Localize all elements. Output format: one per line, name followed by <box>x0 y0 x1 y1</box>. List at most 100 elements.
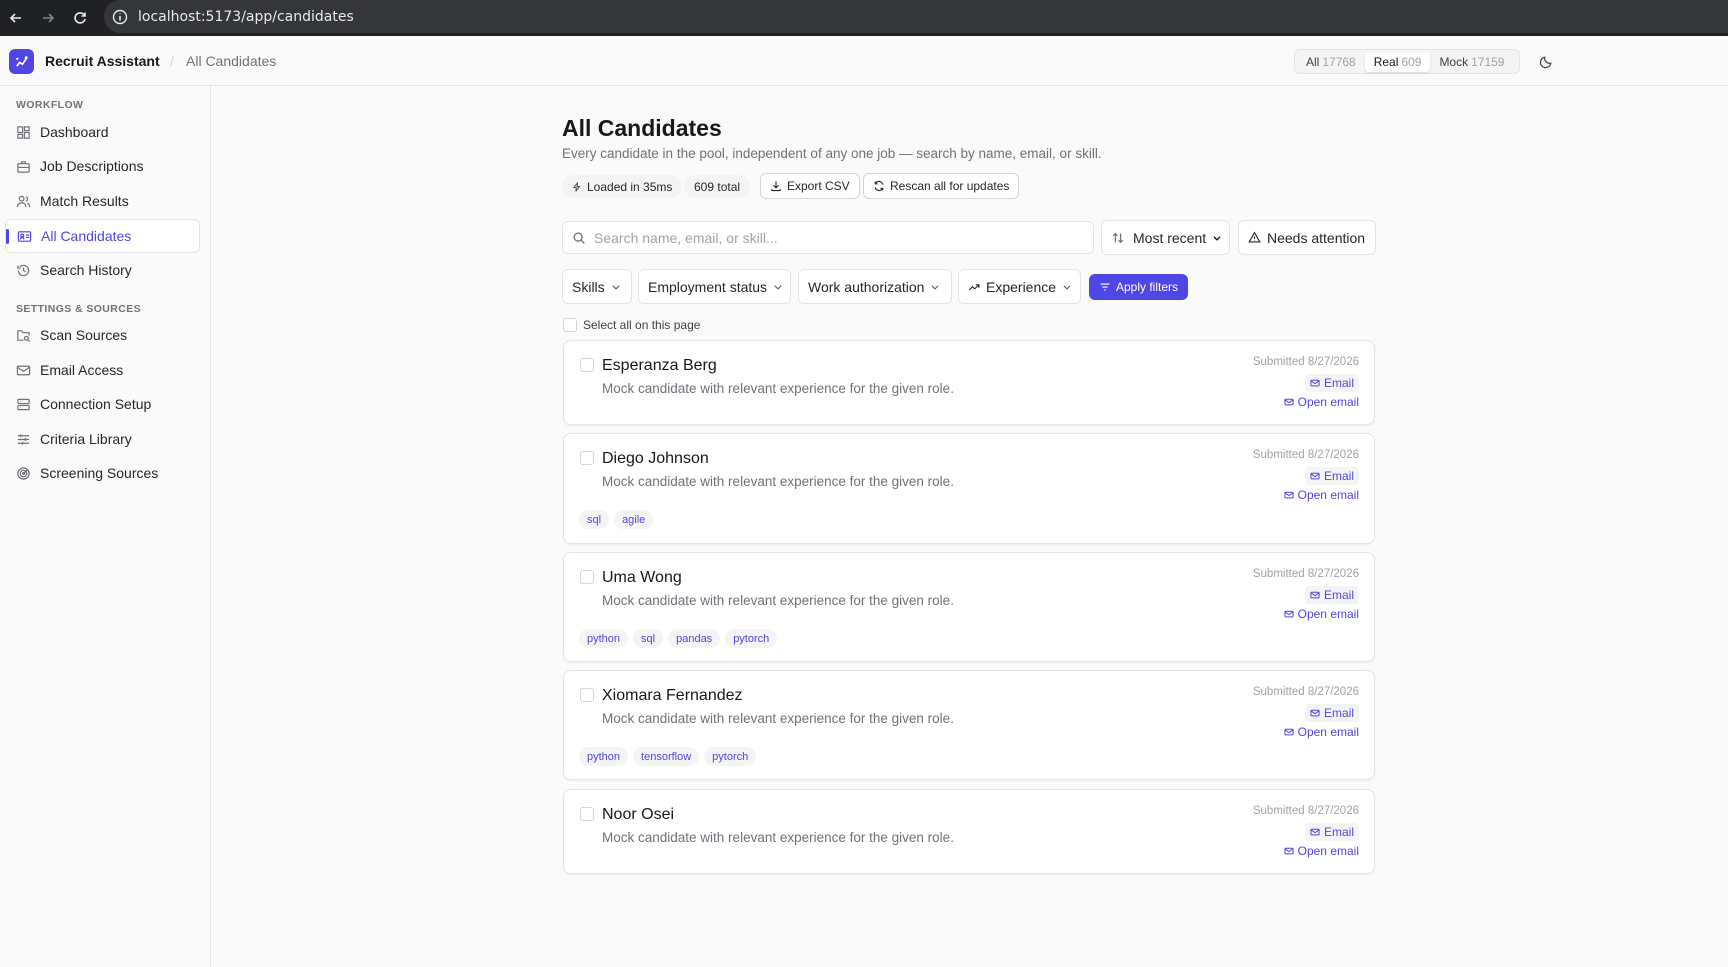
candidate-card[interactable]: Diego Johnson Mock candidate with releva… <box>563 433 1375 544</box>
sidebar-item-criteria-library[interactable]: Criteria Library <box>5 422 200 456</box>
reload-icon[interactable] <box>64 0 96 36</box>
candidate-card[interactable]: Uma Wong Mock candidate with relevant ex… <box>563 552 1375 662</box>
briefcase-icon <box>16 159 31 174</box>
back-icon[interactable] <box>0 0 32 36</box>
skill-tag: agile <box>614 510 654 529</box>
skill-tag: pandas <box>668 629 721 648</box>
mail-icon <box>1284 847 1294 855</box>
email-link[interactable]: Email <box>1304 467 1359 485</box>
submitted-date: Submitted 8/27/2026 <box>1252 449 1359 461</box>
site-info-icon[interactable] <box>112 9 128 25</box>
submitted-date: Submitted 8/27/2026 <box>1252 805 1359 817</box>
apply-filters-button[interactable]: Apply filters <box>1089 274 1189 300</box>
mail-icon <box>1284 610 1294 618</box>
email-link[interactable]: Email <box>1304 823 1359 841</box>
select-all-checkbox[interactable] <box>563 318 577 332</box>
open-email-link[interactable]: Open email <box>1284 844 1359 858</box>
sliders-icon <box>16 432 31 447</box>
needs-attention-button[interactable]: Needs attention <box>1238 220 1376 255</box>
filter-icon <box>1100 283 1110 291</box>
app-header: Recruit Assistant / All Candidates All 17… <box>0 36 1728 86</box>
open-email-link[interactable]: Open email <box>1284 488 1359 502</box>
url-text: localhost:5173/app/candidates <box>138 8 354 25</box>
skill-tag: tensorflow <box>633 747 700 766</box>
folder-search-icon <box>16 328 31 343</box>
skill-tags: python tensorflow pytorch <box>579 747 761 766</box>
sidebar-item-connection-setup[interactable]: Connection Setup <box>5 387 200 421</box>
candidate-description: Mock candidate with relevant experience … <box>602 830 954 845</box>
app-name[interactable]: Recruit Assistant <box>45 53 160 69</box>
sidebar-item-dashboard[interactable]: Dashboard <box>5 115 200 149</box>
open-email-link[interactable]: Open email <box>1284 395 1359 409</box>
candidate-description: Mock candidate with relevant experience … <box>602 474 954 489</box>
candidate-card[interactable]: Noor Osei Mock candidate with relevant e… <box>563 789 1375 874</box>
candidate-card[interactable]: Esperanza Berg Mock candidate with relev… <box>563 340 1375 425</box>
email-link[interactable]: Email <box>1304 586 1359 604</box>
mail-icon <box>16 363 31 378</box>
candidate-description: Mock candidate with relevant experience … <box>602 593 954 608</box>
email-link[interactable]: Email <box>1304 704 1359 722</box>
forward-icon[interactable] <box>32 0 64 36</box>
mail-icon <box>1284 398 1294 406</box>
skill-tags: sql agile <box>579 510 658 529</box>
skill-tag: pytorch <box>725 629 778 648</box>
main-content: All Candidates Every candidate in the po… <box>211 86 1728 967</box>
rescan-button[interactable]: Rescan all for updates <box>863 173 1020 199</box>
sort-icon <box>1112 232 1124 243</box>
sidebar: WORKFLOW Dashboard Job Descriptions Matc… <box>0 86 211 967</box>
load-time-badge: Loaded in 35ms <box>562 175 683 198</box>
work-authorization-dropdown[interactable]: Work authorization <box>798 269 952 304</box>
open-email-link[interactable]: Open email <box>1284 607 1359 621</box>
candidate-name[interactable]: Xiomara Fernandez <box>602 687 743 705</box>
search-input[interactable] <box>594 229 1074 246</box>
candidate-description: Mock candidate with relevant experience … <box>602 381 954 396</box>
candidate-checkbox[interactable] <box>580 688 594 702</box>
sidebar-item-search-history[interactable]: Search History <box>5 253 200 287</box>
candidate-name[interactable]: Uma Wong <box>602 569 682 587</box>
chevron-down-icon <box>774 284 782 290</box>
skill-tag: python <box>579 629 629 648</box>
submitted-date: Submitted 8/27/2026 <box>1252 356 1359 368</box>
sidebar-item-screening-sources[interactable]: Screening Sources <box>5 456 200 490</box>
sidebar-item-scan-sources[interactable]: Scan Sources <box>5 318 200 352</box>
skill-tag: pytorch <box>704 747 757 766</box>
candidate-card[interactable]: Xiomara Fernandez Mock candidate with re… <box>563 670 1375 780</box>
sort-dropdown[interactable]: Most recent <box>1101 220 1230 255</box>
sidebar-item-job-descriptions[interactable]: Job Descriptions <box>5 149 200 183</box>
select-all-row[interactable]: Select all on this page <box>563 318 700 332</box>
section-label-workflow: WORKFLOW <box>16 99 84 111</box>
skills-filter-dropdown[interactable]: Skills <box>562 269 632 304</box>
id-card-icon <box>17 229 32 244</box>
candidate-checkbox[interactable] <box>580 358 594 372</box>
segment-real[interactable]: Real 609 <box>1364 51 1431 72</box>
total-count-badge: 609 total <box>684 175 751 198</box>
history-icon <box>16 263 31 278</box>
sidebar-item-email-access[interactable]: Email Access <box>5 353 200 387</box>
skill-tag: python <box>579 747 629 766</box>
email-link[interactable]: Email <box>1304 374 1359 392</box>
candidate-checkbox[interactable] <box>580 451 594 465</box>
moon-icon[interactable] <box>1536 52 1556 72</box>
candidate-name[interactable]: Noor Osei <box>602 806 674 824</box>
segment-mock[interactable]: Mock 17159 <box>1430 52 1513 72</box>
candidate-checkbox[interactable] <box>580 570 594 584</box>
sidebar-item-match-results[interactable]: Match Results <box>5 184 200 218</box>
data-source-toggle: All 17768 Real 609 Mock 17159 <box>1294 49 1520 74</box>
experience-filter-dropdown[interactable]: Experience <box>958 269 1081 304</box>
candidate-checkbox[interactable] <box>580 807 594 821</box>
breadcrumb-separator: / <box>170 53 174 69</box>
export-csv-button[interactable]: Export CSV <box>760 173 860 199</box>
search-icon <box>573 232 585 244</box>
browser-toolbar: localhost:5173/app/candidates <box>0 0 1728 36</box>
employment-status-dropdown[interactable]: Employment status <box>638 269 791 304</box>
address-bar[interactable]: localhost:5173/app/candidates <box>104 0 1728 33</box>
candidate-name[interactable]: Esperanza Berg <box>602 357 717 375</box>
sidebar-item-all-candidates[interactable]: All Candidates <box>5 219 200 253</box>
open-email-link[interactable]: Open email <box>1284 725 1359 739</box>
chevron-down-icon <box>612 284 620 290</box>
candidate-name[interactable]: Diego Johnson <box>602 450 709 468</box>
segment-all[interactable]: All 17768 <box>1297 52 1365 72</box>
trending-up-icon <box>968 283 980 290</box>
search-input-wrapper <box>562 221 1094 254</box>
app-logo-icon[interactable] <box>9 49 34 74</box>
